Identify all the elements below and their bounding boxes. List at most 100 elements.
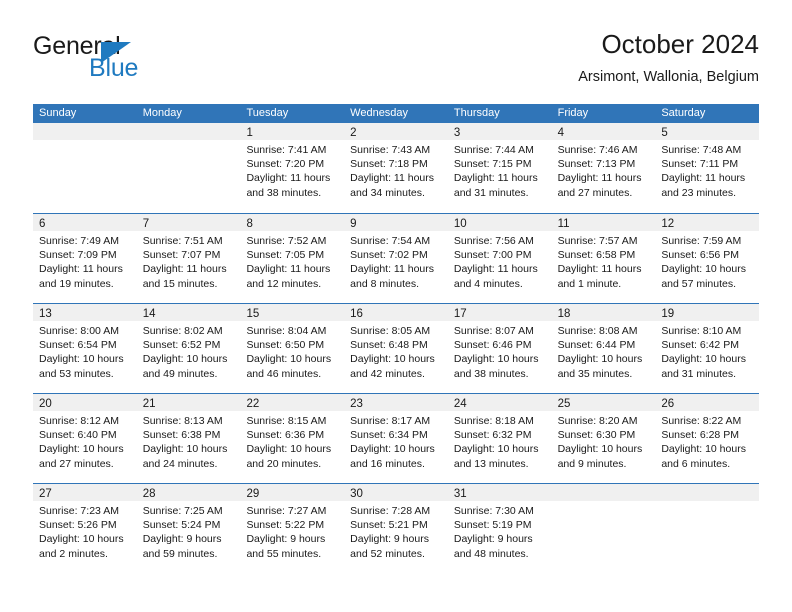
day-number: 28 bbox=[142, 488, 156, 500]
sunrise-text: Sunrise: 8:08 AM bbox=[557, 325, 638, 337]
day-number-band bbox=[136, 123, 241, 140]
day-detail-body: Sunrise: 7:27 AM Sunset: 5:22 PM Daylight:… bbox=[240, 501, 344, 561]
calendar-day-cell[interactable]: 21 Sunrise: 8:13 AM Sunset: 6:38 PM Dayligh… bbox=[136, 394, 241, 483]
day-detail-body bbox=[137, 140, 241, 143]
calendar-day-cell[interactable]: 17 Sunrise: 8:07 AM Sunset: 6:46 PM Dayligh… bbox=[447, 304, 552, 393]
calendar-day-cell[interactable]: 2 Sunrise: 7:43 AM Sunset: 7:18 PM Daylight… bbox=[344, 123, 448, 213]
logo-text-blue: Blue bbox=[89, 54, 139, 82]
daylight-text-line1: Daylight: 11 hours bbox=[557, 172, 642, 185]
calendar-day-cell[interactable]: 10 Sunrise: 7:56 AM Sunset: 7:00 PM Dayligh… bbox=[447, 214, 552, 303]
calendar-day-cell[interactable]: 9 Sunrise: 7:54 AM Sunset: 7:02 PM Daylight… bbox=[344, 214, 448, 303]
calendar-week-row: 20 Sunrise: 8:12 AM Sunset: 6:40 PM Dayligh… bbox=[33, 393, 760, 483]
calendar-day-cell[interactable]: 31 Sunrise: 7:30 AM Sunset: 5:19 PM Dayligh… bbox=[447, 484, 552, 573]
weekday-header-tuesday: Tuesday bbox=[246, 107, 289, 119]
day-number-band: 15 bbox=[240, 304, 345, 321]
daylight-text-line2: and 9 minutes. bbox=[557, 457, 627, 470]
daylight-text-line1: Daylight: 11 hours bbox=[453, 263, 538, 276]
sunrise-text: Sunrise: 8:02 AM bbox=[142, 325, 223, 337]
sunset-text: Sunset: 7:15 PM bbox=[453, 158, 532, 171]
sunrise-text: Sunrise: 7:52 AM bbox=[246, 235, 327, 247]
calendar-week-row: 6 Sunrise: 7:49 AM Sunset: 7:09 PM Daylight… bbox=[33, 213, 760, 303]
sunset-text: Sunset: 6:42 PM bbox=[661, 339, 739, 352]
calendar-day-cell[interactable]: 3 Sunrise: 7:44 AM Sunset: 7:15 PM Daylight… bbox=[447, 123, 552, 213]
calendar-day-cell[interactable]: 25 Sunrise: 8:20 AM Sunset: 6:30 PM Dayligh… bbox=[551, 394, 656, 483]
day-number-band: 24 bbox=[447, 394, 552, 411]
day-detail-body: Sunrise: 7:56 AM Sunset: 7:00 PM Daylight:… bbox=[448, 231, 552, 291]
calendar-day-cell[interactable]: 30 Sunrise: 7:28 AM Sunset: 5:21 PM Dayligh… bbox=[344, 484, 448, 573]
day-detail-body: Sunrise: 7:46 AM Sunset: 7:13 PM Daylight:… bbox=[552, 140, 656, 200]
day-number-band: 27 bbox=[33, 484, 137, 501]
calendar-day-cell[interactable]: 28 Sunrise: 7:25 AM Sunset: 5:24 PM Dayligh… bbox=[136, 484, 241, 573]
daylight-text-line1: Daylight: 11 hours bbox=[557, 263, 642, 276]
calendar-day-cell[interactable]: 27 Sunrise: 7:23 AM Sunset: 5:26 PM Dayligh… bbox=[33, 484, 137, 573]
weekday-header-monday: Monday bbox=[142, 107, 182, 119]
day-detail-body: Sunrise: 8:02 AM Sunset: 6:52 PM Daylight:… bbox=[137, 321, 241, 381]
page-title: October 2024 bbox=[601, 29, 759, 59]
daylight-text-line2: and 8 minutes. bbox=[350, 277, 420, 290]
day-number: 29 bbox=[246, 488, 260, 500]
calendar-day-cell[interactable]: 14 Sunrise: 8:02 AM Sunset: 6:52 PM Dayligh… bbox=[136, 304, 241, 393]
daylight-text-line2: and 46 minutes. bbox=[246, 367, 322, 380]
daylight-text-line1: Daylight: 11 hours bbox=[453, 172, 538, 185]
day-number-band: 2 bbox=[344, 123, 448, 140]
calendar-day-cell[interactable]: 19 Sunrise: 8:10 AM Sunset: 6:42 PM Dayligh… bbox=[655, 304, 760, 393]
sunrise-text: Sunrise: 8:04 AM bbox=[246, 325, 327, 337]
day-detail-body: Sunrise: 7:28 AM Sunset: 5:21 PM Daylight:… bbox=[344, 501, 448, 561]
calendar-day-cell[interactable]: 12 Sunrise: 7:59 AM Sunset: 6:56 PM Dayligh… bbox=[655, 214, 760, 303]
day-number-band: 29 bbox=[240, 484, 345, 501]
daylight-text-line2: and 16 minutes. bbox=[350, 457, 425, 470]
day-detail-body: Sunrise: 7:30 AM Sunset: 5:19 PM Daylight:… bbox=[448, 501, 552, 561]
calendar-day-cell[interactable]: 20 Sunrise: 8:12 AM Sunset: 6:40 PM Dayligh… bbox=[33, 394, 137, 483]
calendar-day-cell[interactable]: 4 Sunrise: 7:46 AM Sunset: 7:13 PM Daylight… bbox=[551, 123, 656, 213]
sunrise-text: Sunrise: 7:43 AM bbox=[350, 144, 431, 156]
calendar-day-cell[interactable]: 7 Sunrise: 7:51 AM Sunset: 7:07 PM Daylight… bbox=[136, 214, 241, 303]
sunset-text: Sunset: 5:21 PM bbox=[350, 519, 428, 532]
day-number: 30 bbox=[350, 488, 363, 500]
sunrise-text: Sunrise: 8:22 AM bbox=[661, 415, 742, 427]
calendar-day-cell[interactable]: 24 Sunrise: 8:18 AM Sunset: 6:32 PM Dayligh… bbox=[447, 394, 552, 483]
day-number-band bbox=[655, 484, 760, 501]
calendar-day-cell[interactable]: 26 Sunrise: 8:22 AM Sunset: 6:28 PM Dayligh… bbox=[655, 394, 760, 483]
sunrise-text: Sunrise: 7:54 AM bbox=[350, 235, 431, 247]
daylight-text-line1: Daylight: 10 hours bbox=[557, 443, 643, 456]
daylight-text-line1: Daylight: 10 hours bbox=[661, 353, 746, 366]
day-number: 8 bbox=[246, 218, 253, 230]
sunrise-text: Sunrise: 7:44 AM bbox=[453, 144, 534, 156]
calendar-day-cell[interactable]: 6 Sunrise: 7:49 AM Sunset: 7:09 PM Daylight… bbox=[33, 214, 137, 303]
daylight-text-line2: and 48 minutes. bbox=[453, 547, 529, 560]
calendar-day-cell[interactable]: 16 Sunrise: 8:05 AM Sunset: 6:48 PM Dayligh… bbox=[344, 304, 448, 393]
day-detail-body bbox=[33, 140, 137, 143]
day-detail-body: Sunrise: 7:25 AM Sunset: 5:24 PM Daylight:… bbox=[137, 501, 241, 561]
day-detail-body: Sunrise: 7:54 AM Sunset: 7:02 PM Daylight:… bbox=[344, 231, 448, 291]
day-detail-body: Sunrise: 8:13 AM Sunset: 6:38 PM Daylight:… bbox=[137, 411, 241, 471]
calendar-day-cell[interactable]: 13 Sunrise: 8:00 AM Sunset: 6:54 PM Dayligh… bbox=[33, 304, 137, 393]
daylight-text-line1: Daylight: 10 hours bbox=[453, 353, 539, 366]
daylight-text-line2: and 23 minutes. bbox=[661, 186, 737, 199]
day-number-band: 25 bbox=[551, 394, 656, 411]
page-subtitle: Arsimont, Wallonia, Belgium bbox=[578, 69, 759, 85]
sunset-text: Sunset: 5:24 PM bbox=[142, 519, 221, 532]
calendar-day-cell[interactable]: 5 Sunrise: 7:48 AM Sunset: 7:11 PM Daylight… bbox=[655, 123, 760, 213]
sunrise-text: Sunrise: 7:49 AM bbox=[39, 235, 119, 247]
daylight-text-line2: and 4 minutes. bbox=[453, 277, 523, 290]
day-number: 5 bbox=[661, 127, 668, 139]
day-number-band: 30 bbox=[344, 484, 448, 501]
daylight-text-line2: and 42 minutes. bbox=[350, 367, 425, 380]
sunset-text: Sunset: 6:32 PM bbox=[453, 429, 532, 442]
calendar-day-cell[interactable]: 8 Sunrise: 7:52 AM Sunset: 7:05 PM Daylight… bbox=[240, 214, 345, 303]
general-blue-logo[interactable]: General Blue bbox=[33, 32, 213, 90]
sunrise-text: Sunrise: 7:30 AM bbox=[453, 505, 534, 517]
calendar-day-cell[interactable]: 23 Sunrise: 8:17 AM Sunset: 6:34 PM Dayligh… bbox=[344, 394, 448, 483]
calendar-day-cell[interactable]: 15 Sunrise: 8:04 AM Sunset: 6:50 PM Dayligh… bbox=[240, 304, 345, 393]
sunset-text: Sunset: 6:34 PM bbox=[350, 429, 428, 442]
calendar-day-cell[interactable]: 1 Sunrise: 7:41 AM Sunset: 7:20 PM Daylight… bbox=[240, 123, 345, 213]
page-header: General Blue October 2024 Arsimont, Wall… bbox=[33, 28, 759, 98]
day-detail-body: Sunrise: 7:57 AM Sunset: 6:58 PM Daylight:… bbox=[552, 231, 656, 291]
day-detail-body: Sunrise: 8:22 AM Sunset: 6:28 PM Daylight:… bbox=[655, 411, 759, 471]
calendar-day-cell[interactable]: 29 Sunrise: 7:27 AM Sunset: 5:22 PM Dayligh… bbox=[240, 484, 345, 573]
daylight-text-line2: and 57 minutes. bbox=[661, 277, 737, 290]
calendar-day-cell[interactable]: 22 Sunrise: 8:15 AM Sunset: 6:36 PM Dayligh… bbox=[240, 394, 345, 483]
daylight-text-line2: and 35 minutes. bbox=[557, 367, 633, 380]
calendar-day-cell[interactable]: 11 Sunrise: 7:57 AM Sunset: 6:58 PM Dayligh… bbox=[551, 214, 656, 303]
calendar-day-cell[interactable]: 18 Sunrise: 8:08 AM Sunset: 6:44 PM Dayligh… bbox=[551, 304, 656, 393]
